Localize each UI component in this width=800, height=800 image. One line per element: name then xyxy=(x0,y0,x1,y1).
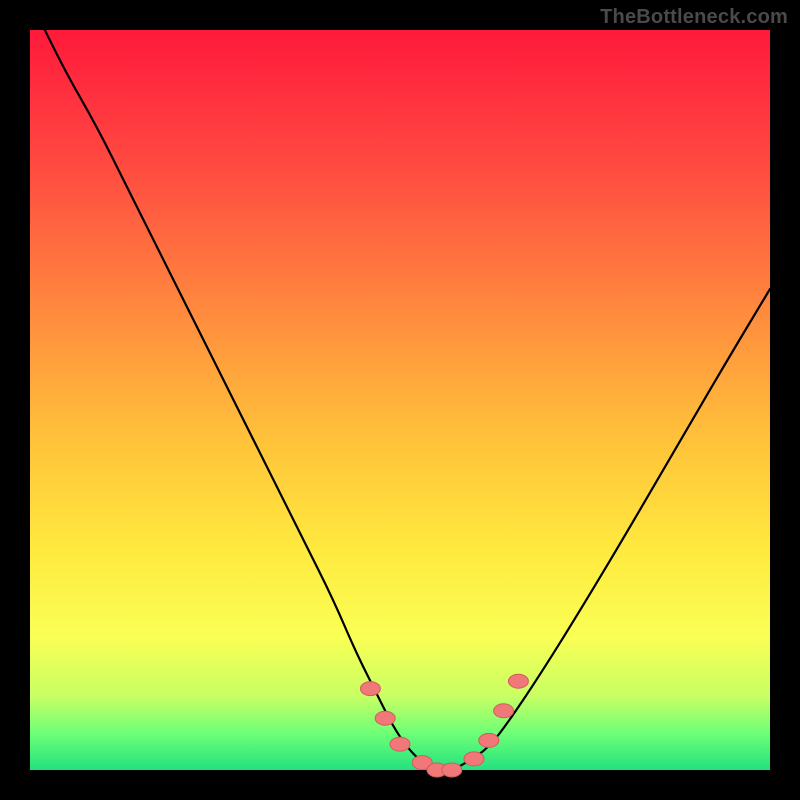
curve-marker xyxy=(375,711,395,725)
marker-group xyxy=(360,674,528,777)
curve-marker xyxy=(360,682,380,696)
curve-marker xyxy=(442,763,462,777)
bottleneck-curve xyxy=(45,30,770,770)
curve-marker xyxy=(464,752,484,766)
curve-marker xyxy=(494,704,514,718)
curve-marker xyxy=(508,674,528,688)
plot-area xyxy=(30,30,770,770)
chart-svg xyxy=(30,30,770,770)
curve-marker xyxy=(390,737,410,751)
watermark-text: TheBottleneck.com xyxy=(600,6,788,29)
curve-marker xyxy=(479,733,499,747)
chart-frame: TheBottleneck.com xyxy=(0,0,800,800)
